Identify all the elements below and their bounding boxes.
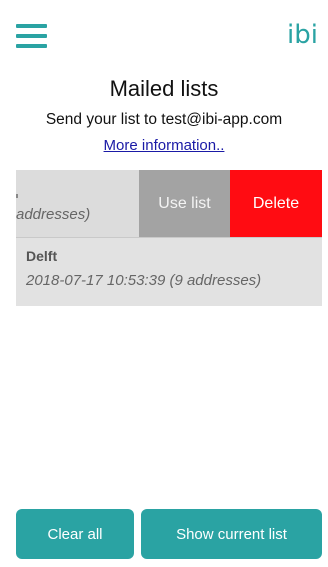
hamburger-menu-icon[interactable] [16,24,47,48]
list-item-meta: 2018-07-17 10:53:39 (9 addresses) [26,272,262,289]
delete-button[interactable]: Delete [230,170,322,237]
use-list-button[interactable]: Use list [139,170,230,237]
list-item-swiped[interactable]: addresses) Use list Delete [16,170,322,238]
list-item-meta: addresses) [16,206,91,223]
text-fragment [16,194,18,198]
menu-bar [16,24,47,28]
more-information-link[interactable]: More information.. [0,137,328,154]
list-item-name: Delft [26,248,58,264]
page-subtitle: Send your list to test@ibi-app.com [45,111,283,128]
mailed-lists: addresses) Use list Delete Delft 2018-07… [16,170,322,306]
clear-all-button[interactable]: Clear all [16,509,134,559]
app-logo: ibi [287,20,318,50]
show-current-list-button[interactable]: Show current list [141,509,322,559]
page-title: Mailed lists [109,76,219,101]
list-item[interactable]: Delft 2018-07-17 10:53:39 (9 addresses) [16,238,322,306]
menu-bar [16,34,47,38]
list-item-content: addresses) [16,170,139,237]
menu-bar [16,44,47,48]
